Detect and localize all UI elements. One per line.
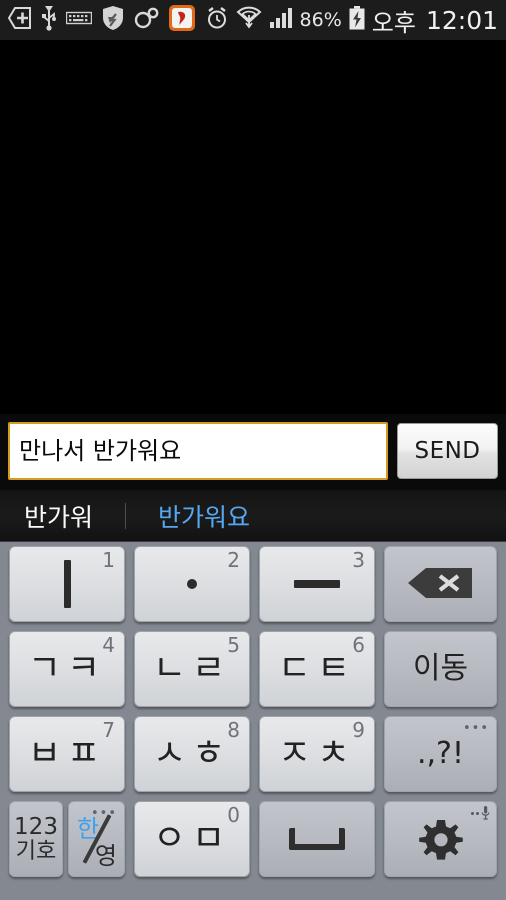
key-nieun-rieul[interactable]: ㄴㄹ 5: [134, 631, 250, 707]
key-bieup-pieup[interactable]: ㅂㅍ 7: [9, 716, 125, 792]
key-ieung-mieum-number: 0: [227, 803, 240, 827]
suggestion-divider: [125, 502, 127, 529]
key-language-toggle[interactable]: 한 영 •••: [68, 801, 125, 877]
key-jieut-chieut-number: 9: [352, 718, 365, 742]
key-siot-hieut-label: ㅅㅎ: [152, 733, 232, 774]
key-space[interactable]: [259, 801, 375, 877]
gear-icon: [418, 816, 464, 862]
sync-icon: [134, 7, 160, 33]
key-siot-hieut[interactable]: ㅅㅎ 8: [134, 716, 250, 792]
clock-time-label: 12:01: [425, 5, 498, 35]
suggestion-item-0[interactable]: 반가워: [10, 498, 107, 534]
status-bar-left-icons: [0, 5, 195, 35]
mic-dot-2: [476, 811, 479, 815]
key-jieut-chieut[interactable]: ㅈㅊ 9: [259, 716, 375, 792]
status-bar-right-icons: 86% 오후 12:01: [205, 3, 506, 38]
language-more-dots-icon: •••: [90, 806, 117, 821]
key-settings[interactable]: [384, 801, 497, 877]
alarm-icon: [205, 6, 229, 34]
key-symbols-label-top: 123: [14, 814, 58, 841]
battery-percent-label: 86%: [299, 9, 342, 31]
send-button-label: SEND: [414, 438, 481, 464]
keyboard-row-3: ㅂㅍ 7 ㅅㅎ 8 ㅈㅊ 9 .,?! •••: [0, 716, 506, 801]
key-i-number: 1: [102, 548, 115, 572]
key-giyeok-kieuk-label: ㄱㅋ: [27, 648, 107, 689]
suggestion-item-1[interactable]: 반가워요: [144, 498, 264, 534]
korean-keyboard: 1 2 3 ㄱㅋ 4 ㄴㄹ 5 ㄷㅌ 6 이동 ㅂㅍ 7 ㅅㅎ 8 ㅈㅊ 9 .…: [0, 542, 506, 900]
key-punctuation-label: .,?!: [416, 736, 465, 771]
key-digeut-tieut-number: 6: [352, 633, 365, 657]
key-giyeok-kieuk-number: 4: [102, 633, 115, 657]
mic-dot-1: [471, 811, 474, 815]
keyboard-row-1: 1 2 3: [0, 546, 506, 631]
key-punctuation[interactable]: .,?! •••: [384, 716, 497, 792]
send-button[interactable]: SEND: [397, 423, 498, 479]
key-bieup-pieup-number: 7: [102, 718, 115, 742]
key-backspace[interactable]: [384, 546, 497, 622]
battery-charging-icon: [349, 6, 365, 34]
key-ieung-mieum[interactable]: ㅇㅁ 0: [134, 801, 250, 877]
key-language-toggle-inner: 한 영 •••: [69, 802, 124, 876]
message-content-area: [0, 40, 506, 414]
key-giyeok-kieuk[interactable]: ㄱㅋ 4: [9, 631, 125, 707]
app-orange-icon: [169, 5, 195, 35]
wifi-icon: [236, 6, 262, 34]
bar-vertical-icon: [63, 560, 71, 608]
key-language-toggle-english: 영: [94, 842, 117, 870]
backspace-icon: [406, 566, 476, 602]
key-jieut-chieut-label: ㅈㅊ: [277, 733, 357, 774]
usb-icon: [41, 5, 57, 35]
key-dot-number: 2: [227, 548, 240, 572]
keyboard-icon: [65, 10, 93, 30]
dot-icon: [187, 579, 197, 589]
key-digeut-tieut-label: ㄷㅌ: [277, 648, 357, 689]
key-symbols-label-bottom: 기호: [15, 838, 57, 864]
key-digeut-tieut[interactable]: ㄷㅌ 6: [259, 631, 375, 707]
sd-card-icon: [7, 7, 32, 33]
key-move-label: 이동: [412, 651, 469, 686]
key-siot-hieut-number: 8: [227, 718, 240, 742]
bar-horizontal-icon: [294, 580, 340, 588]
key-dot[interactable]: 2: [134, 546, 250, 622]
compose-bar: 만나서 반가워요 SEND: [0, 414, 506, 490]
key-eu[interactable]: 3: [259, 546, 375, 622]
more-options-dots-icon: •••: [462, 721, 489, 736]
key-symbols[interactable]: 123 기호: [9, 801, 63, 877]
message-input-field[interactable]: 만나서 반가워요: [8, 422, 388, 480]
keyboard-row-4: 123 기호 한 영 ••• ㅇㅁ 0: [0, 801, 506, 886]
key-nieun-rieul-label: ㄴㄹ: [152, 648, 232, 689]
key-bieup-pieup-label: ㅂㅍ: [27, 733, 107, 774]
key-move[interactable]: 이동: [384, 631, 497, 707]
space-icon: [289, 828, 345, 850]
shield-sync-icon: [101, 5, 125, 35]
message-input-value: 만나서 반가워요: [19, 437, 182, 465]
key-i[interactable]: 1: [9, 546, 125, 622]
mic-icon: [471, 805, 490, 821]
clock-ampm-label: 오후: [371, 8, 416, 37]
status-bar: 86% 오후 12:01: [0, 0, 506, 40]
suggestion-bar: 반가워 반가워요: [0, 490, 506, 542]
keyboard-row-2: ㄱㅋ 4 ㄴㄹ 5 ㄷㅌ 6 이동: [0, 631, 506, 716]
key-nieun-rieul-number: 5: [227, 633, 240, 657]
key-ieung-mieum-label: ㅇㅁ: [152, 818, 232, 859]
phone-screen: 86% 오후 12:01 만나서 반가워요 SEND 반가워 반가워요 1 2 …: [0, 0, 506, 900]
key-eu-number: 3: [352, 548, 365, 572]
signal-icon: [269, 7, 293, 33]
key-symbols-labels: 123 기호: [14, 815, 58, 862]
